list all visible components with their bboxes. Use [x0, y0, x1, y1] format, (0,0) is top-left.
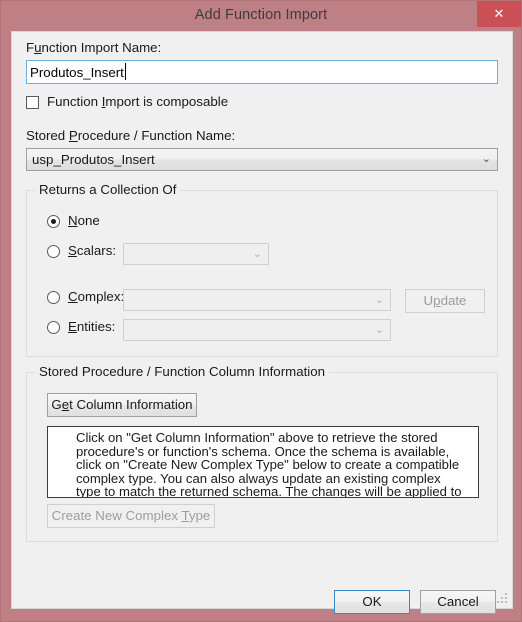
radio-entities[interactable] [47, 321, 60, 334]
radio-complex-label: Complex: [68, 289, 125, 304]
function-import-name-label: Function Import Name: [26, 40, 162, 55]
chevron-down-icon: ⌄ [252, 248, 262, 260]
text-caret [125, 63, 126, 80]
stored-procedure-selected-value: usp_Produtos_Insert [32, 152, 155, 167]
column-information-group-title: Stored Procedure / Function Column Infor… [35, 364, 330, 379]
radio-entities-label: Entities: [68, 319, 116, 334]
composable-checkbox[interactable] [26, 96, 39, 109]
radio-scalars[interactable] [47, 245, 60, 258]
dialog-client-area: Function Import Name: Function Import is… [11, 31, 513, 614]
create-new-complex-type-button[interactable]: Create New Complex Type [47, 504, 215, 528]
chevron-down-icon: ⌄ [481, 153, 491, 165]
stored-procedure-combobox[interactable]: usp_Produtos_Insert ⌄ [26, 148, 498, 171]
close-button[interactable]: ✕ [477, 1, 521, 27]
window-title: Add Function Import [194, 7, 328, 23]
chevron-down-icon: ⌄ [374, 324, 384, 336]
radio-none-label: None [68, 213, 100, 228]
stored-procedure-label: Stored Procedure / Function Name: [26, 128, 236, 143]
ok-button[interactable]: OK [334, 590, 410, 614]
title-bar: Add Function Import ✕ [1, 1, 521, 31]
dialog-window: Add Function Import ✕ Function Import Na… [0, 0, 522, 622]
chevron-down-icon: ⌄ [374, 294, 384, 306]
scalars-combobox[interactable]: ⌄ [123, 243, 269, 265]
column-information-text: Click on "Get Column Information" above … [76, 430, 462, 498]
update-button[interactable]: Update [405, 289, 485, 313]
composable-checkbox-label: Function Import is composable [47, 94, 229, 109]
column-information-groupbox: Stored Procedure / Function Column Infor… [26, 364, 498, 542]
radio-scalars-label: Scalars: [68, 243, 117, 258]
close-icon: ✕ [493, 6, 505, 21]
complex-combobox[interactable]: ⌄ [123, 289, 391, 311]
returns-collection-group-title: Returns a Collection Of [35, 182, 181, 197]
column-information-textbox: Click on "Get Column Information" above … [47, 426, 479, 498]
entities-combobox[interactable]: ⌄ [123, 319, 391, 341]
returns-collection-groupbox: Returns a Collection Of None Scalars: ⌄ … [26, 182, 498, 357]
radio-complex[interactable] [47, 291, 60, 304]
get-column-information-button[interactable]: Get Column Information [47, 393, 197, 417]
resize-grip[interactable] [497, 593, 509, 605]
function-import-name-input[interactable] [26, 60, 498, 84]
radio-none[interactable] [47, 215, 60, 228]
cancel-button[interactable]: Cancel [420, 590, 496, 614]
